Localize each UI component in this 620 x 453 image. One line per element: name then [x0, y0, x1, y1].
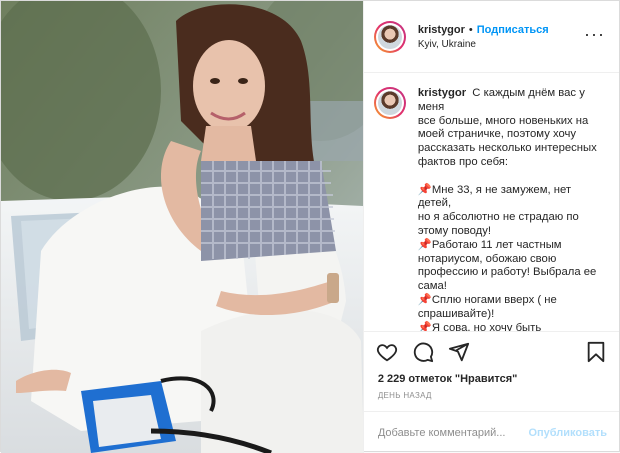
caption-line: все больше, много новеньких на — [417, 114, 589, 127]
caption: kristygor С каждым днём вас у меня все б… — [374, 87, 607, 331]
heart-icon[interactable] — [376, 341, 398, 363]
caption-line: 📌Я сова, но хочу быть — [417, 321, 542, 331]
caption-line: 📌Сплю ногами вверх ( не — [417, 293, 557, 306]
caption-line: моей страничке, поэтому хочу — [417, 128, 577, 141]
caption-line: нотариусом, обожаю свою — [417, 252, 557, 265]
caption-line: спрашивайте)! — [417, 307, 495, 320]
caption-line: фактов про себя: — [417, 155, 509, 168]
comments-area[interactable]: kristygor С каждым днём вас у меня все б… — [364, 73, 619, 331]
action-bar — [363, 331, 619, 371]
caption-line: 📌Работаю 11 лет частным — [417, 238, 562, 251]
caption-line: рассказать несколько интересных — [417, 142, 597, 155]
follow-button[interactable]: Подписаться — [477, 23, 549, 37]
caption-line: 📌Мне 33, я не замужем, нет детей, — [417, 183, 572, 210]
caption-line: этому поводу! — [417, 224, 492, 237]
avatar[interactable] — [374, 21, 406, 53]
instagram-post: kristygor • Подписаться Kyiv, Ukraine ··… — [0, 0, 620, 453]
likes-count[interactable]: 2 229 отметок "Нравится" — [364, 371, 619, 389]
caption-line: но я абсолютно не страдаю по — [417, 211, 579, 224]
caption-username[interactable]: kristygor — [418, 87, 466, 99]
header-text: kristygor • Подписаться Kyiv, Ukraine — [418, 23, 584, 50]
caption-avatar[interactable] — [374, 87, 406, 119]
caption-line: профессию и работу! Выбрала ее — [417, 266, 597, 279]
post-photo[interactable] — [1, 1, 363, 453]
share-icon[interactable] — [448, 341, 470, 363]
location-link[interactable]: Kyiv, Ukraine — [418, 39, 584, 50]
username-link[interactable]: kristygor — [418, 23, 465, 37]
caption-text: kristygor С каждым днём вас у меня все б… — [418, 87, 607, 331]
post-header: kristygor • Подписаться Kyiv, Ukraine ··… — [363, 1, 619, 73]
post-sidebar: kristygor • Подписаться Kyiv, Ukraine ··… — [362, 1, 619, 453]
publish-button[interactable]: Опубликовать — [528, 427, 607, 439]
bookmark-icon[interactable] — [585, 341, 607, 363]
caption-line: сама! — [417, 280, 447, 293]
more-options-icon[interactable]: ··· — [584, 25, 605, 43]
separator-dot: • — [468, 24, 473, 36]
add-comment-bar: Опубликовать — [363, 411, 619, 453]
post-time[interactable]: ДЕНЬ НАЗАД — [364, 389, 619, 411]
comment-icon[interactable] — [412, 341, 434, 363]
comment-input[interactable] — [377, 426, 529, 439]
